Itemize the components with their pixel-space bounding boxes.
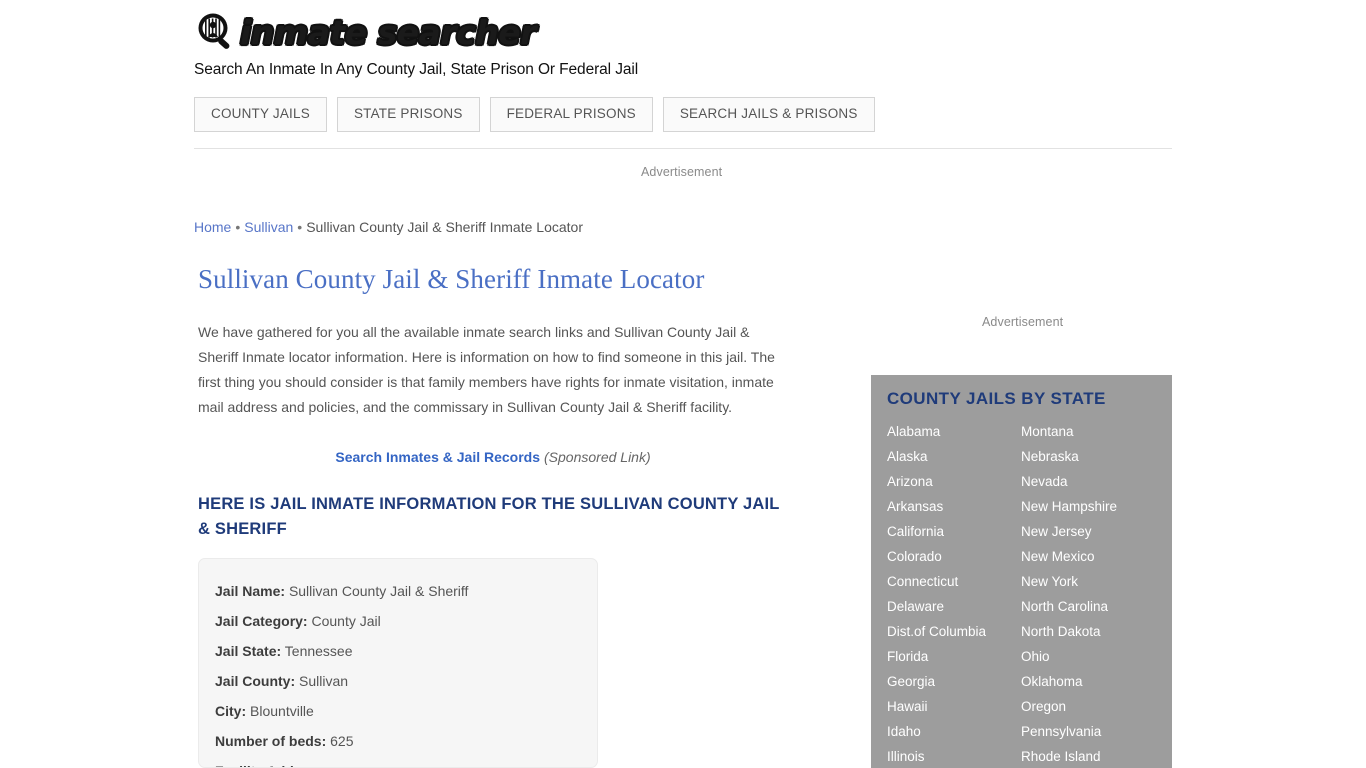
info-label-jail-state: Jail State: <box>215 643 282 659</box>
main-content: Sullivan County Jail & Sheriff Inmate Lo… <box>198 262 798 542</box>
sponsored-link-row: Search Inmates & Jail Records (Sponsored … <box>198 449 788 465</box>
state-link-new-jersey[interactable]: New Jersey <box>1021 519 1155 544</box>
state-link-nevada[interactable]: Nevada <box>1021 469 1155 494</box>
state-link-colorado[interactable]: Colorado <box>887 544 1021 569</box>
state-link-montana[interactable]: Montana <box>1021 419 1155 444</box>
site-header: inmate searcher Search An Inmate In Any … <box>194 8 1172 79</box>
state-link-rhode-island[interactable]: Rhode Island <box>1021 744 1155 768</box>
county-jails-by-state-widget: COUNTY JAILS BY STATE Alabama Alaska Ari… <box>871 375 1172 768</box>
nav-item-search-jails-prisons[interactable]: SEARCH JAILS & PRISONS <box>662 97 875 132</box>
info-row-jail-county: Jail County: Sullivan <box>215 666 581 696</box>
info-row-facility-address: Facility Address: <box>215 756 581 767</box>
state-link-idaho[interactable]: Idaho <box>887 719 1021 744</box>
site-logo[interactable]: inmate searcher <box>194 8 1172 56</box>
state-link-oklahoma[interactable]: Oklahoma <box>1021 669 1155 694</box>
info-value-jail-state: Tennessee <box>284 643 353 659</box>
info-value-city: Blountville <box>250 703 314 719</box>
sponsored-link-note: (Sponsored Link) <box>544 449 651 465</box>
page-title: Sullivan County Jail & Sheriff Inmate Lo… <box>198 264 705 294</box>
states-widget-title: COUNTY JAILS BY STATE <box>887 389 1106 408</box>
state-link-ohio[interactable]: Ohio <box>1021 644 1155 669</box>
info-value-number-of-beds: 625 <box>330 733 354 749</box>
state-link-new-york[interactable]: New York <box>1021 569 1155 594</box>
state-link-delaware[interactable]: Delaware <box>887 594 1021 619</box>
top-advertisement-label: Advertisement <box>641 165 723 179</box>
state-link-pennsylvania[interactable]: Pennsylvania <box>1021 719 1155 744</box>
state-link-alaska[interactable]: Alaska <box>887 444 1021 469</box>
breadcrumb-home-link[interactable]: Home <box>194 219 231 235</box>
state-link-connecticut[interactable]: Connecticut <box>887 569 1021 594</box>
info-label-number-of-beds: Number of beds: <box>215 733 327 749</box>
state-link-dist-of-columbia[interactable]: Dist.of Columbia <box>887 619 1021 644</box>
site-tagline: Search An Inmate In Any County Jail, Sta… <box>194 61 639 78</box>
search-inmates-records-link[interactable]: Search Inmates & Jail Records <box>335 449 540 465</box>
breadcrumb: Home • Sullivan • Sullivan County Jail & She… <box>194 219 583 235</box>
info-row-number-of-beds: Number of beds: 625 <box>215 726 581 756</box>
info-label-facility-address: Facility Address: <box>215 763 327 767</box>
breadcrumb-separator-1: • <box>235 219 241 235</box>
state-link-georgia[interactable]: Georgia <box>887 669 1021 694</box>
info-value-jail-category: County Jail <box>311 613 381 629</box>
breadcrumb-separator-2: • <box>297 219 303 235</box>
nav-item-federal-prisons[interactable]: FEDERAL PRISONS <box>489 97 653 132</box>
info-row-jail-state: Jail State: Tennessee <box>215 636 581 666</box>
info-label-jail-category: Jail Category: <box>215 613 308 629</box>
intro-paragraph: We have gathered for you all the availab… <box>198 324 775 415</box>
nav-item-state-prisons[interactable]: STATE PRISONS <box>336 97 480 132</box>
state-link-north-dakota[interactable]: North Dakota <box>1021 619 1155 644</box>
info-value-jail-name: Sullivan County Jail & Sheriff <box>288 583 469 599</box>
state-link-north-carolina[interactable]: North Carolina <box>1021 594 1155 619</box>
info-row-jail-name: Jail Name: Sullivan County Jail & Sherif… <box>215 576 581 606</box>
sidebar-advertisement-label: Advertisement <box>982 315 1064 329</box>
jail-info-box: Jail Name: Sullivan County Jail & Sherif… <box>198 558 598 768</box>
page-root: inmate searcher Search An Inmate In Any … <box>0 0 1366 768</box>
info-label-city: City: <box>215 703 247 719</box>
states-columns: Alabama Alaska Arizona Arkansas Californ… <box>887 419 1156 768</box>
info-label-jail-county: Jail County: <box>215 673 296 689</box>
state-link-hawaii[interactable]: Hawaii <box>887 694 1021 719</box>
breadcrumb-county-link[interactable]: Sullivan <box>244 219 293 235</box>
state-link-illinois[interactable]: Illinois <box>887 744 1021 768</box>
main-nav: COUNTY JAILS STATE PRISONS FEDERAL PRISO… <box>194 97 875 132</box>
state-link-new-mexico[interactable]: New Mexico <box>1021 544 1155 569</box>
states-column-right: Montana Nebraska Nevada New Hampshire Ne… <box>1021 419 1155 768</box>
state-link-california[interactable]: California <box>887 519 1021 544</box>
info-row-city: City: Blountville <box>215 696 581 726</box>
state-link-arizona[interactable]: Arizona <box>887 469 1021 494</box>
info-label-jail-name: Jail Name: <box>215 583 286 599</box>
info-row-jail-category: Jail Category: County Jail <box>215 606 581 636</box>
site-logo-text: inmate searcher <box>240 12 537 52</box>
header-divider <box>194 148 1172 149</box>
state-link-nebraska[interactable]: Nebraska <box>1021 444 1155 469</box>
states-column-left: Alabama Alaska Arizona Arkansas Californ… <box>887 419 1021 768</box>
section-heading: HERE IS JAIL INMATE INFORMATION FOR THE … <box>198 495 780 538</box>
info-value-jail-county: Sullivan <box>299 673 349 689</box>
state-link-arkansas[interactable]: Arkansas <box>887 494 1021 519</box>
nav-item-county-jails[interactable]: COUNTY JAILS <box>194 97 327 132</box>
breadcrumb-current: Sullivan County Jail & Sheriff Inmate Lo… <box>306 219 583 235</box>
magnifier-jail-icon <box>194 10 238 54</box>
state-link-alabama[interactable]: Alabama <box>887 419 1021 444</box>
state-link-new-hampshire[interactable]: New Hampshire <box>1021 494 1155 519</box>
state-link-florida[interactable]: Florida <box>887 644 1021 669</box>
state-link-oregon[interactable]: Oregon <box>1021 694 1155 719</box>
